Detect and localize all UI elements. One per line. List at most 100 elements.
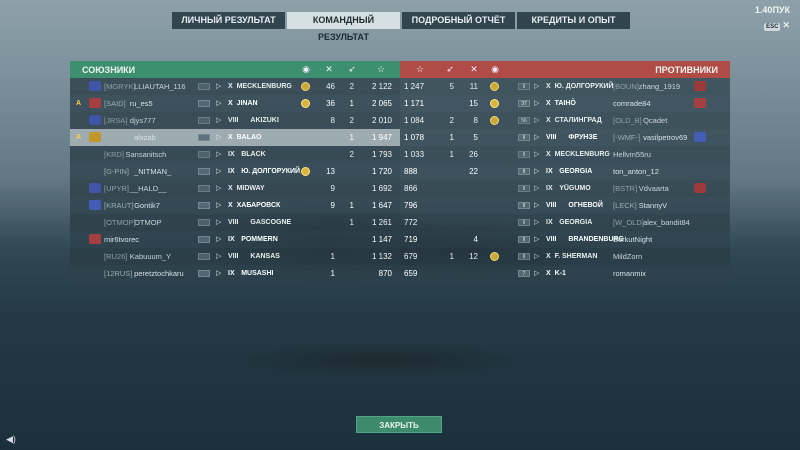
enemy-row[interactable]: 866 II ▷ IX YŪGUMO [BSTR] Vdvaarta: [400, 180, 730, 197]
planes-column-icon: ➶: [348, 64, 356, 74]
clan-badge-icon: [89, 115, 101, 125]
enemy-row[interactable]: 1 247 5 11 II ▷ X Ю. ДОЛГОРУКИЙ [BOUN] zhang_191…: [400, 78, 730, 95]
kills-value: 1: [330, 252, 335, 261]
ally-row[interactable]: [RU26] Kabuuum_Y ▷ VIII KANSAS 1 1 132: [70, 248, 400, 265]
medal-icon: [490, 116, 499, 125]
player-name: StannyV: [638, 201, 668, 210]
ship-name: GEORGIA: [559, 219, 593, 226]
clan-badge-icon: [89, 234, 101, 244]
ally-row[interactable]: [KRAUT] Gontik7 ▷ X ХАБАРОВСК 9 1 1 647: [70, 197, 400, 214]
close-button[interactable]: ЗАКРЫТЬ: [356, 416, 442, 433]
player-name: Hellvm55ru: [613, 150, 651, 159]
player-name: MildZorn: [613, 252, 643, 261]
ally-row[interactable]: A [NEO-A] alxzab ▷ X BALAO 1 1 947: [70, 129, 400, 146]
xp-value: 679: [404, 252, 418, 261]
allies-list: [MGRYK] LLIAUTAH_116 ▷ X MECKLENBURG 46 2 2 122…: [70, 78, 400, 282]
kills-value: 13: [326, 167, 335, 176]
ship-rank-icon: [198, 117, 210, 124]
kills-value: 9: [330, 201, 335, 210]
enemy-row[interactable]: 1 078 1 5 II ▷ VIII ФРУНЗЕ [-WMF-] vasilpetrov69: [400, 129, 730, 146]
player-name: Qcadet: [643, 116, 668, 125]
kills-column-icon: ✕: [470, 64, 478, 74]
ship-name: ФРУНЗЕ: [568, 134, 598, 141]
ship-class-icon: ▷: [216, 185, 222, 192]
xp-value: 796: [404, 201, 418, 210]
ship-name: GASCOGNE: [250, 219, 292, 226]
ship-class-icon: ▷: [216, 151, 222, 158]
ship-tier: IX: [546, 219, 553, 226]
esc-key-hint[interactable]: ESC: [764, 23, 781, 31]
xp-column-icon: ☆: [415, 64, 425, 74]
xp-value: 772: [404, 218, 418, 227]
xp-value: 2 122: [371, 82, 392, 91]
ship-name: MIDWAY: [236, 185, 265, 192]
ship-tier: VIII: [228, 253, 239, 260]
xp-value: 2 065: [371, 99, 392, 108]
ship-rank-icon: [198, 151, 210, 158]
player-name: zhang_1919: [638, 82, 681, 91]
ally-row[interactable]: [12RUS] peretztochkaru ▷ IX MUSASHI 1 870: [70, 265, 400, 282]
tab-team-result[interactable]: КОМАНДНЫЙ РЕЗУЛЬТАТ: [287, 12, 400, 42]
kills-value: 46: [326, 82, 335, 91]
kills-value: 8: [473, 116, 478, 125]
enemy-row[interactable]: 659 7 ▷ X K-1 romanmix: [400, 265, 730, 282]
xp-value: 659: [404, 269, 418, 278]
enemy-row[interactable]: 796 II ▷ VIII ОГНЕВОЙ [LECK] StannyV: [400, 197, 730, 214]
ally-row[interactable]: [UPYR] __HALD__ ▷ X MIDWAY 9 1 692: [70, 180, 400, 197]
player-clan: [LECK]: [613, 201, 637, 210]
planes-value: 1: [349, 218, 354, 227]
ship-class-icon: ▷: [216, 83, 222, 90]
ship-name: YŪGUMO: [559, 185, 591, 192]
ship-class-icon: ▷: [534, 253, 540, 260]
close-icon[interactable]: ✕: [782, 20, 790, 31]
tab-personal-result[interactable]: ЛИЧНЫЙ РЕЗУЛЬТАТ: [172, 12, 285, 29]
kills-value: 15: [469, 99, 478, 108]
rank-letter: A: [76, 134, 82, 141]
tab-detailed-report[interactable]: ПОДРОБНЫЙ ОТЧЁТ: [402, 12, 515, 29]
ally-row[interactable]: [MGRYK] LLIAUTAH_116 ▷ X MECKLENBURG 46 2 2 122: [70, 78, 400, 95]
ship-rank-label: II: [518, 168, 530, 175]
enemy-row[interactable]: 772 II ▷ IX GEORGIA [W_OLD] alex_bandit84: [400, 214, 730, 231]
ship-tier: IX: [228, 270, 235, 277]
ally-row[interactable]: [OTMOP] OTMOP ▷ VIII GASCOGNE 1 1 261: [70, 214, 400, 231]
planes-value: 2: [349, 150, 354, 159]
player-name: Vdvaarta: [638, 184, 669, 193]
xp-value: 1 647: [371, 201, 392, 210]
rank-letter: A: [76, 100, 82, 107]
ally-row[interactable]: [G-PIN] _NITMAN_ ▷ IX Ю. ДОЛГОРУКИЙ 13 1 720: [70, 163, 400, 180]
enemy-row[interactable]: 888 22 II ▷ IX GEORGIA ton_anton_12: [400, 163, 730, 180]
player-clan: [OLD_B]: [613, 116, 642, 125]
allies-title: СОЮЗНИКИ: [82, 64, 136, 75]
tab-credits-xp[interactable]: КРЕДИТЫ И ОПЫТ: [517, 12, 630, 29]
ship-class-icon: ▷: [216, 253, 222, 260]
enemy-row[interactable]: 719 4 II ▷ VIII BRANDENBURG BerkutNight: [400, 231, 730, 248]
ship-class-icon: ▷: [534, 236, 540, 243]
ally-row[interactable]: mir6tvorec ▷ IX POMMERN 1 147: [70, 231, 400, 248]
ship-class-icon: ▷: [534, 117, 540, 124]
sound-icon[interactable]: ◀): [6, 434, 16, 445]
player-name: djys777: [129, 116, 156, 125]
xp-value: 1 147: [371, 235, 392, 244]
ally-row[interactable]: A [SAID] ru_es5 ▷ X JINAN 36 1 2 065: [70, 95, 400, 112]
enemy-row[interactable]: 1 033 1 26 II ▷ X MECKLENBURG Hellvm55ru: [400, 146, 730, 163]
ship-rank-label: 56: [518, 117, 530, 124]
ship-tier: VIII: [546, 236, 557, 243]
enemy-row[interactable]: 1 171 15 37 ▷ X TAIHŌ comrade84: [400, 95, 730, 112]
ship-tier: X: [228, 185, 233, 192]
enemy-row[interactable]: 1 084 2 8 56 ▷ X СТАЛИНГРАД [OLD_B] Qcadet: [400, 112, 730, 129]
ship-name: ОГНЕВОЙ: [568, 202, 603, 209]
ship-class-icon: ▷: [534, 168, 540, 175]
ship-name: TAIHŌ: [554, 100, 576, 107]
xp-value: 1 033: [404, 150, 425, 159]
ship-tier: IX: [546, 168, 553, 175]
player-name: _NITMAN_: [134, 167, 172, 176]
ship-name: KANSAS: [250, 253, 280, 260]
allies-header: СОЮЗНИКИ ◉ ✕ ➶ ☆: [70, 61, 400, 78]
player-clan: [SAID]: [104, 99, 126, 108]
enemy-row[interactable]: 679 1 12 II ▷ X F. SHERMAN MildZorn: [400, 248, 730, 265]
ship-name: POMMERN: [241, 236, 278, 243]
ally-row[interactable]: [KRD] Sansanitsch ▷ IX BLACK 2 1 793: [70, 146, 400, 163]
ally-row[interactable]: [JRSA] djys777 ▷ VIII AKIZUKI 8 2 2 010: [70, 112, 400, 129]
clan-badge-icon: [694, 98, 706, 108]
player-name: ru_es5: [129, 99, 153, 108]
